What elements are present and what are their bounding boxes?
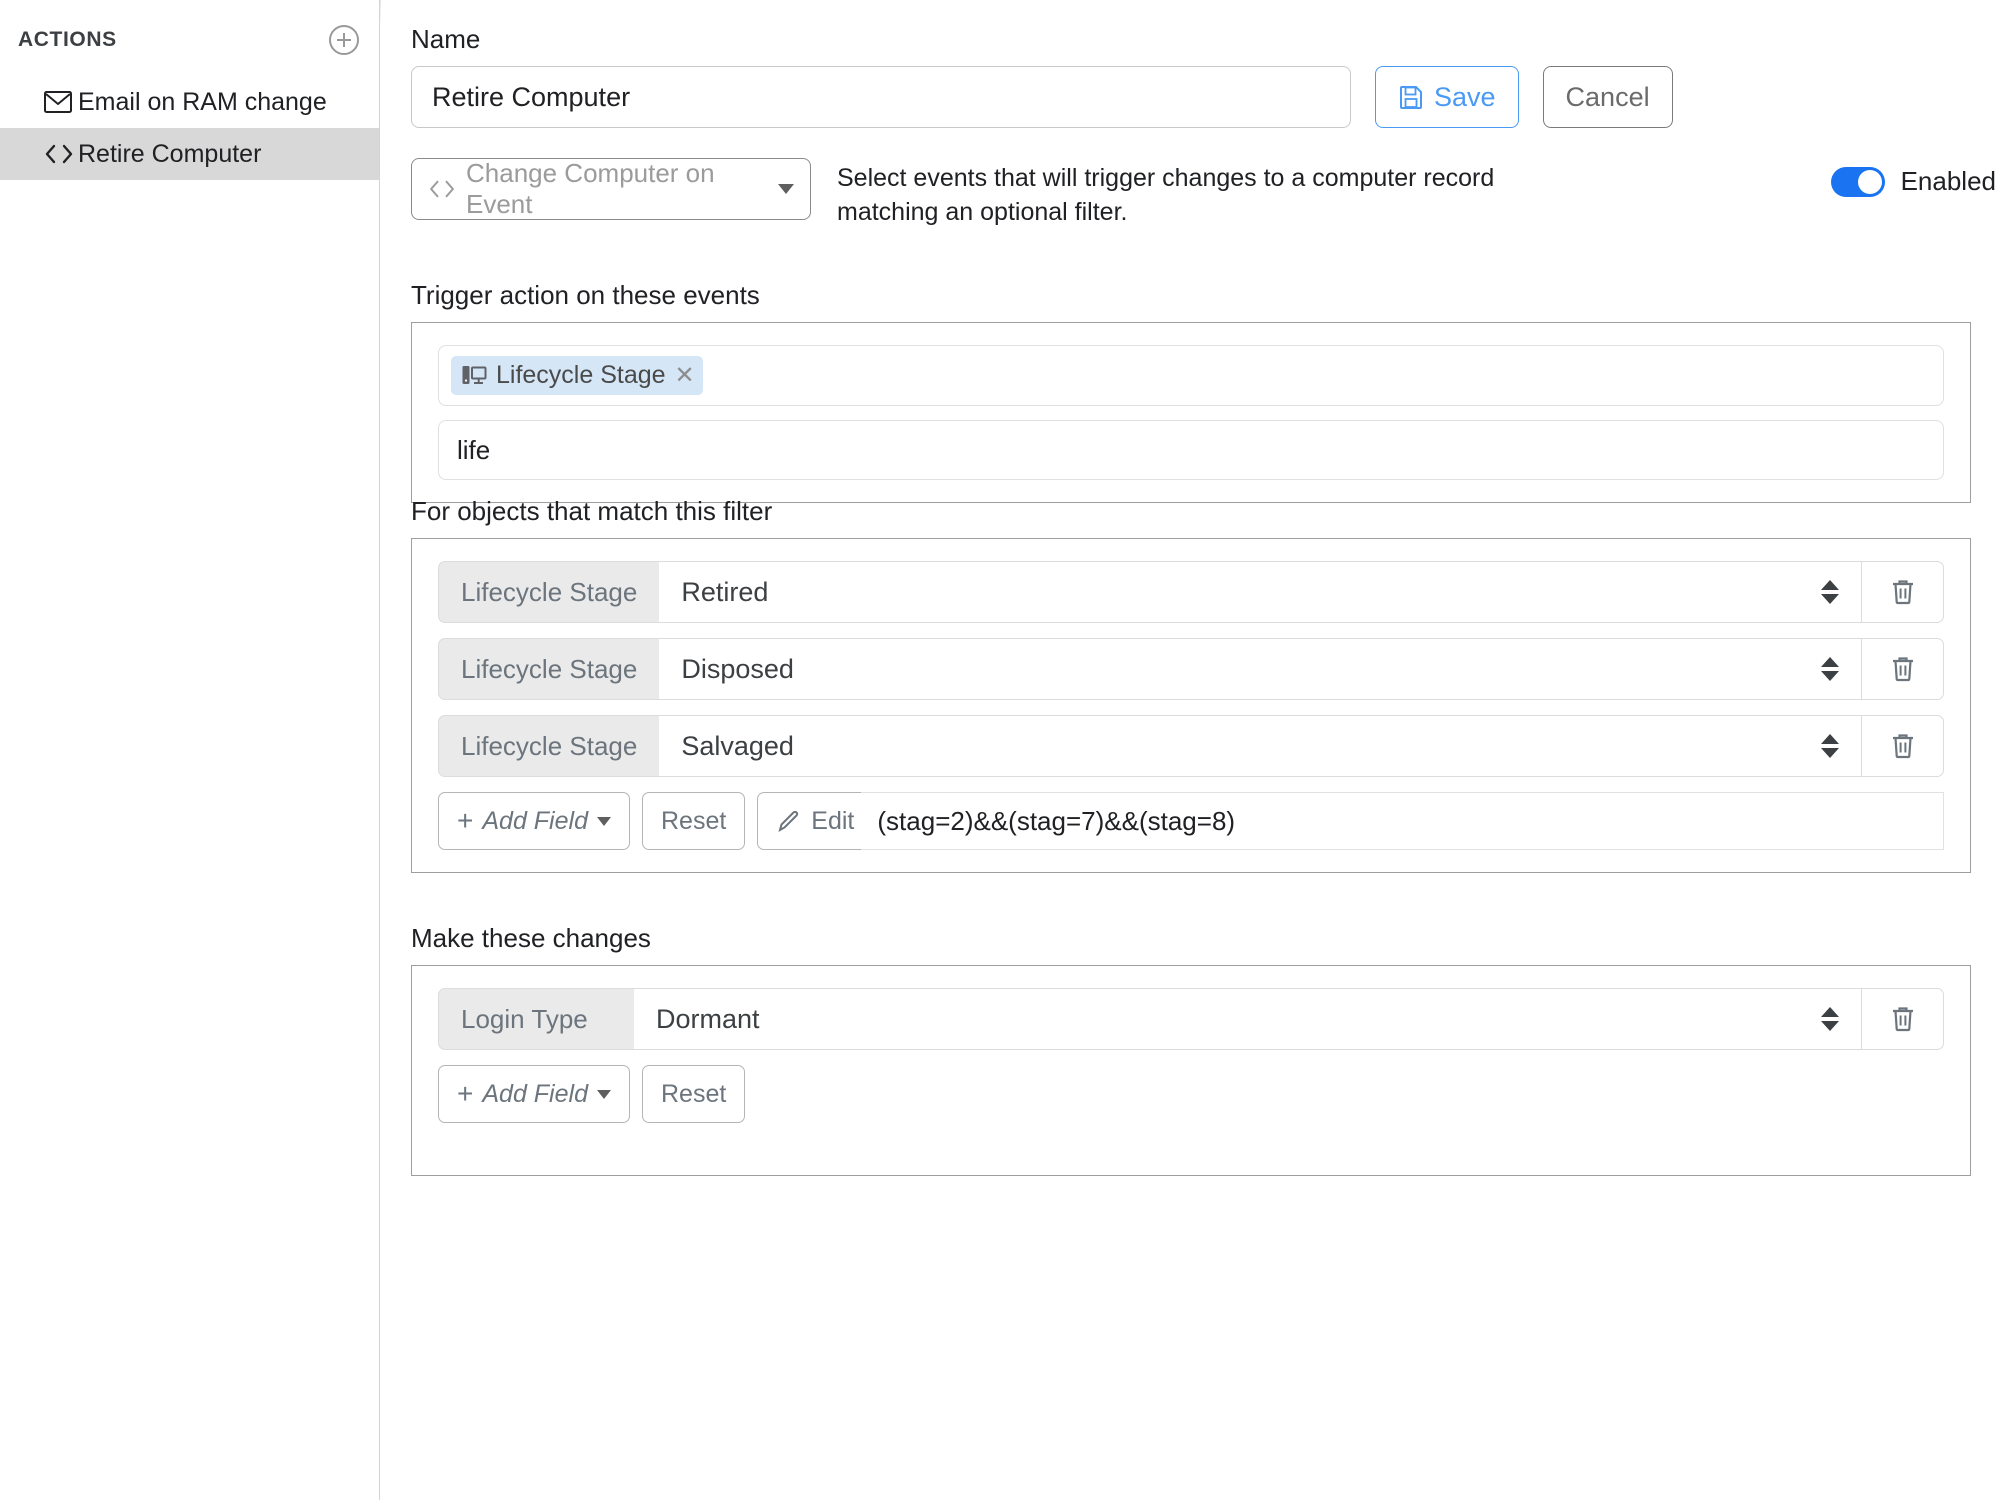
events-section: Trigger action on these events Lifecycle… xyxy=(411,282,1971,503)
name-label: Name xyxy=(411,24,481,54)
description-line-1: Select events that will trigger changes … xyxy=(837,164,1495,192)
filter-row: Lifecycle Stage Retired xyxy=(438,561,1944,623)
filter-row-value: Disposed xyxy=(681,653,794,684)
changes-reset-button[interactable]: Reset xyxy=(641,1065,746,1123)
plus-circle-icon[interactable] xyxy=(329,25,359,55)
filter-reset-label: Reset xyxy=(660,806,727,835)
change-row-value-select[interactable]: Dormant xyxy=(634,988,1862,1050)
filter-expression: (stag=2)&&(stag=7)&&(stag=8) xyxy=(861,792,1944,850)
filter-row: Lifecycle Stage Salvaged xyxy=(438,715,1944,777)
sidebar-list: Email on RAM change Retire Computer xyxy=(0,76,379,180)
changes-panel: Login Type Dormant + Add Field Reset xyxy=(411,965,1971,1176)
filter-row-value: Salvaged xyxy=(681,730,794,761)
changes-reset-label: Reset xyxy=(660,1079,727,1108)
toggle-knob xyxy=(1857,169,1882,194)
action-detail-pane: Name Save Cancel xyxy=(381,0,1998,1500)
sidebar-header: ACTIONS xyxy=(0,18,379,62)
sidebar-item-retire-computer[interactable]: Retire Computer xyxy=(0,128,379,180)
changes-add-field-label: Add Field xyxy=(482,1079,588,1108)
change-row-delete-button[interactable] xyxy=(1862,988,1944,1050)
filter-row-field: Lifecycle Stage xyxy=(438,638,660,700)
filter-row: Lifecycle Stage Disposed xyxy=(438,638,1944,700)
filter-label: For objects that match this filter xyxy=(411,496,773,526)
change-row-value: Dormant xyxy=(656,1003,760,1034)
trigger-type-dropdown[interactable]: Change Computer on Event xyxy=(411,158,811,220)
chevron-down-icon xyxy=(596,816,611,826)
filter-reset-button[interactable]: Reset xyxy=(641,792,746,850)
changes-controls-row: + Add Field Reset xyxy=(438,1065,1944,1123)
description-line-2: matching an optional filter. xyxy=(837,197,1128,226)
event-tag-lifecycle-stage[interactable]: Lifecycle Stage ✕ xyxy=(451,356,703,395)
name-row: Save Cancel xyxy=(411,66,1971,128)
changes-label: Make these changes xyxy=(411,923,651,953)
stepper-icon[interactable] xyxy=(1821,1007,1839,1031)
envelope-icon xyxy=(44,91,78,113)
enabled-toggle-wrap: Enabled xyxy=(1830,158,1996,197)
filter-edit-label: Edit xyxy=(811,806,855,835)
filter-row-delete-button[interactable] xyxy=(1862,715,1944,777)
plus-icon: + xyxy=(457,1078,474,1109)
filter-row-value-select[interactable]: Salvaged xyxy=(659,715,1862,777)
change-row: Login Type Dormant xyxy=(438,988,1944,1050)
sidebar-title: ACTIONS xyxy=(18,28,117,51)
events-tagbox[interactable]: Lifecycle Stage ✕ xyxy=(438,345,1944,406)
sidebar-item-label: Email on RAM change xyxy=(78,87,327,116)
stepper-icon[interactable] xyxy=(1821,734,1839,758)
filter-row-value: Retired xyxy=(681,576,769,607)
event-tag-label: Lifecycle Stage xyxy=(496,361,666,389)
enabled-toggle[interactable] xyxy=(1830,166,1885,197)
filter-add-field-button[interactable]: + Add Field xyxy=(438,792,630,850)
filter-controls-row: + Add Field Reset Edit (stag=2)&&(stag=7… xyxy=(438,792,1944,850)
filter-edit-button[interactable]: Edit xyxy=(757,792,874,850)
code-brackets-icon xyxy=(428,179,456,199)
cancel-button-label: Cancel xyxy=(1565,81,1650,112)
events-label: Trigger action on these events xyxy=(411,280,760,310)
enabled-toggle-label: Enabled xyxy=(1900,166,1996,196)
plus-icon: + xyxy=(457,805,474,836)
changes-section: Make these changes Login Type Dormant + … xyxy=(411,925,1971,1176)
events-panel: Lifecycle Stage ✕ xyxy=(411,322,1971,503)
filter-row-value-select[interactable]: Disposed xyxy=(659,638,1862,700)
filter-row-field: Lifecycle Stage xyxy=(438,561,660,623)
trigger-type-label: Change Computer on Event xyxy=(466,158,715,219)
filter-add-field-label: Add Field xyxy=(482,806,588,835)
sidebar-item-label: Retire Computer xyxy=(78,139,262,168)
pencil-icon xyxy=(776,808,802,834)
computer-icon xyxy=(461,364,487,388)
cancel-button[interactable]: Cancel xyxy=(1542,66,1673,128)
name-input[interactable] xyxy=(411,66,1351,128)
stepper-icon[interactable] xyxy=(1821,580,1839,604)
filter-panel: Lifecycle Stage Retired Lifecycle Stage … xyxy=(411,538,1971,873)
change-row-field: Login Type xyxy=(438,988,634,1050)
code-brackets-icon xyxy=(44,143,78,165)
filter-row-field: Lifecycle Stage xyxy=(438,715,660,777)
floppy-disk-icon xyxy=(1398,84,1424,110)
changes-add-field-button[interactable]: + Add Field xyxy=(438,1065,630,1123)
filter-row-delete-button[interactable] xyxy=(1862,638,1944,700)
stepper-icon[interactable] xyxy=(1821,657,1839,681)
filter-row-delete-button[interactable] xyxy=(1862,561,1944,623)
events-search-input[interactable] xyxy=(438,420,1944,480)
chevron-down-icon xyxy=(778,184,794,194)
name-section: Name Save Cancel xyxy=(411,26,1971,128)
save-button-label: Save xyxy=(1434,81,1496,112)
save-button[interactable]: Save xyxy=(1375,66,1519,128)
filter-section: For objects that match this filter Lifec… xyxy=(411,498,1971,873)
trigger-type-description: Select events that will trigger changes … xyxy=(837,158,1494,230)
sidebar-item-email-on-ram-change[interactable]: Email on RAM change xyxy=(0,76,379,128)
action-editor-page: ACTIONS Email on RAM change Retire Compu… xyxy=(0,0,1998,1500)
chevron-down-icon xyxy=(596,1089,611,1099)
filter-row-value-select[interactable]: Retired xyxy=(659,561,1862,623)
trigger-type-row: Change Computer on Event Select events t… xyxy=(411,158,1996,230)
close-icon[interactable]: ✕ xyxy=(675,363,695,388)
actions-sidebar: ACTIONS Email on RAM change Retire Compu… xyxy=(0,0,380,1500)
